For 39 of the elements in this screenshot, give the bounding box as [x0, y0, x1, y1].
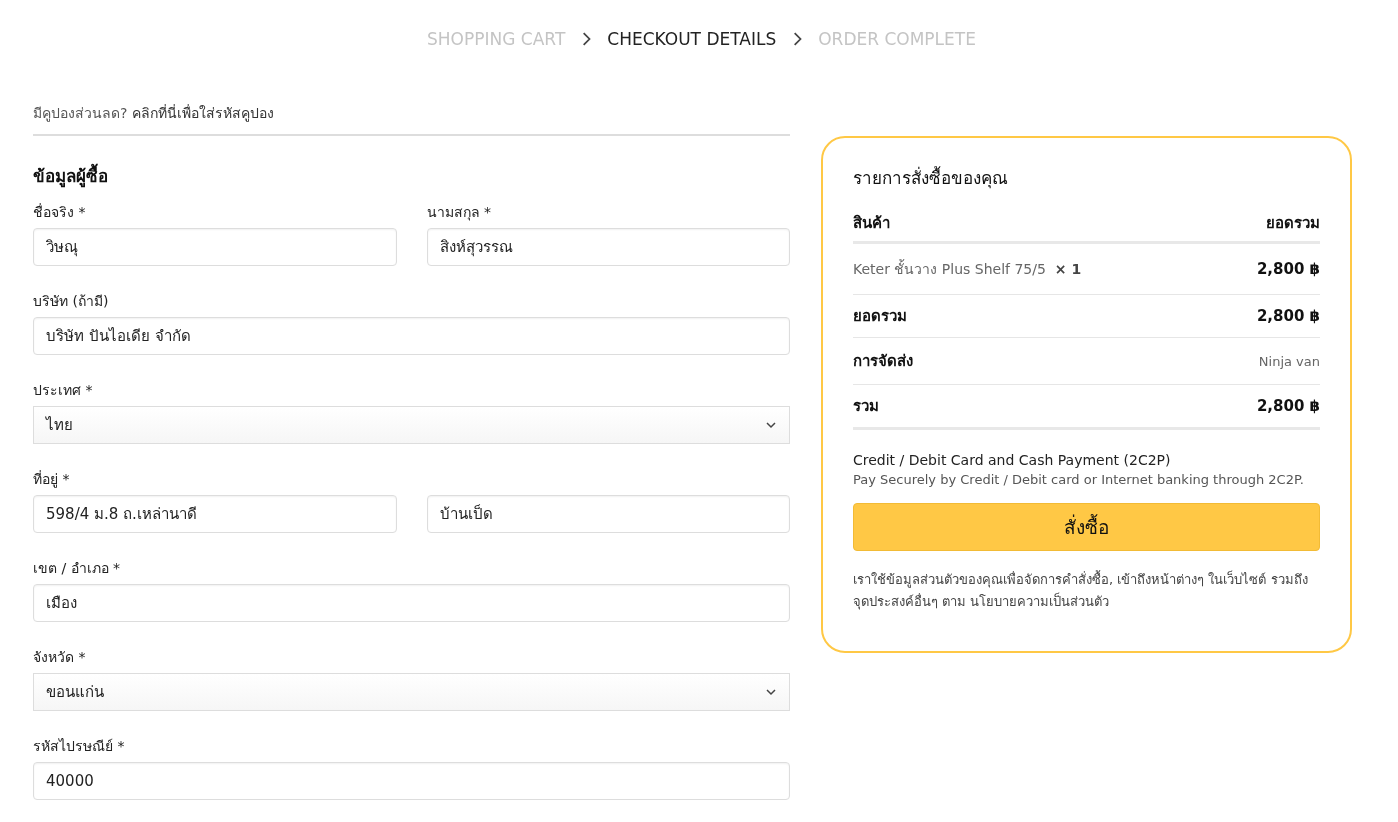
- input-field[interactable]: บ้านเป็ด: [426, 495, 790, 533]
- section-title: ข้อมูลผู้ซื้อ: [33, 162, 790, 189]
- shipping-method: Ninja van: [1258, 353, 1320, 369]
- coupon-link[interactable]: คลิกที่นี่เพื่อใส่รหัสคูปอง: [131, 105, 274, 121]
- summary-value: 2,800 ฿: [1256, 397, 1320, 415]
- select-field[interactable]: ไทย: [33, 406, 790, 444]
- input-field[interactable]: เมือง: [33, 584, 790, 622]
- field-label: เขต / อำเภอ *: [33, 559, 122, 576]
- select-field[interactable]: ขอนแก่น: [33, 673, 790, 711]
- input-field[interactable]: สิงห์สุวรรณ: [426, 228, 790, 266]
- chevron-down-icon: [765, 419, 777, 431]
- summary-label: รวม: [853, 396, 879, 417]
- privacy-policy-link[interactable]: นโยบายความเป็นส่วนตัว: [970, 594, 1110, 610]
- summary-label: การจัดส่ง: [853, 351, 913, 372]
- column-header: สินค้า: [853, 213, 890, 234]
- card-title: รายการสั่งซื้อของคุณ: [853, 165, 1009, 191]
- privacy-notice: เราใช้ข้อมูลส่วนตัวของคุณเพื่อจัดการคำสั่งซื้อ, เข้าถึงหน้าต่างๆ ในเว็บไซต์ รวมถึงจุดประสงค์อื่นๆ ตาม นโยบายความเป็นส่วนตัว: [853, 569, 1309, 612]
- input-field[interactable]: บริษัท ปันไอเดีย จำกัด: [33, 317, 790, 355]
- field-label: จังหวัด *: [33, 648, 87, 665]
- coupon-notice: มีคูปองส่วนลด? คลิกที่นี่เพื่อใส่รหัสคูปอง: [33, 102, 790, 136]
- field-label: ประเทศ *: [33, 381, 94, 398]
- input-field[interactable]: 40000: [33, 762, 790, 800]
- field-label: รหัสไปรษณีย์ *: [33, 737, 126, 754]
- checkout-step[interactable]: CHECKOUT DETAILS: [607, 29, 777, 49]
- input-field[interactable]: วิษณุ: [33, 228, 397, 266]
- summary-label: ยอดรวม: [853, 306, 907, 327]
- product-name: Keter ชั้นวาง Plus Shelf 75/5 × 1: [853, 258, 1082, 279]
- place-order-button[interactable]: สั่งซื้อ: [853, 503, 1320, 551]
- summary-value: 2,800 ฿: [1256, 307, 1320, 325]
- field-label: ที่อยู่ *: [33, 469, 71, 487]
- field-label: ชื่อจริง *: [33, 202, 87, 220]
- line-total: 2,800 ฿: [1256, 260, 1320, 278]
- payment-method: Credit / Debit Card and Cash Payment (2C2P): [853, 452, 1172, 468]
- field-label: บริษัท (ถ้ามี): [33, 292, 110, 309]
- column-header: ยอดรวม: [1266, 213, 1320, 234]
- payment-description: Pay Securely by Credit / Debit card or Internet banking through 2C2P.: [853, 472, 1305, 487]
- field-label: นามสกุล *: [426, 203, 492, 220]
- input-field[interactable]: 598/4 ม.8 ถ.เหล่านาดี: [33, 495, 397, 533]
- chevron-down-icon: [765, 686, 777, 698]
